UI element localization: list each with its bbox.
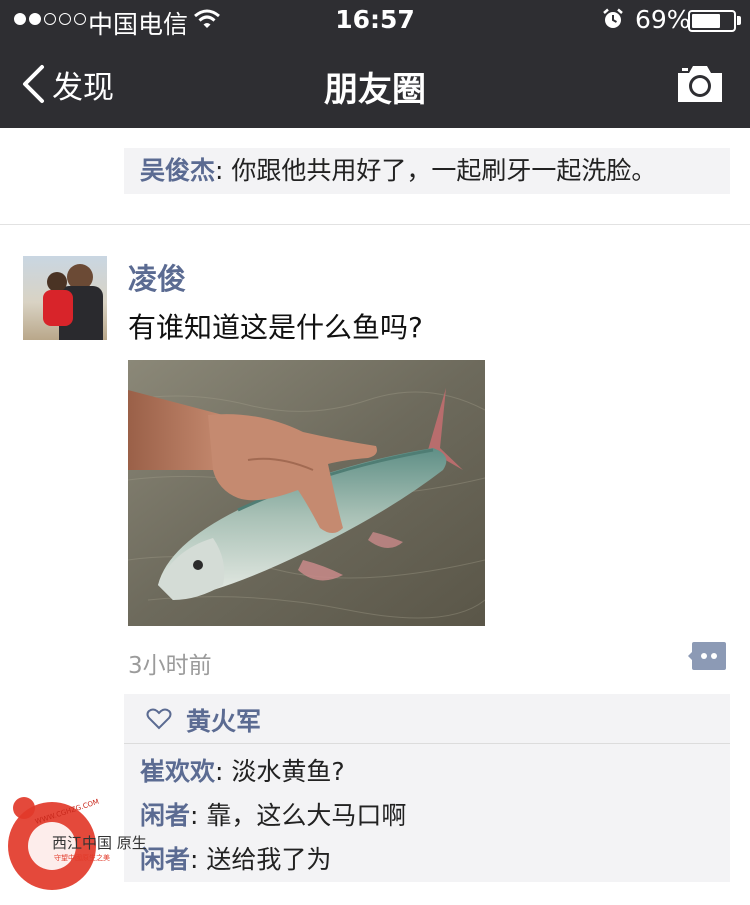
likes-row: 黄火军 <box>124 694 730 744</box>
feed-divider <box>0 224 750 225</box>
camera-icon[interactable] <box>676 64 724 104</box>
comment-text: : 送给我了为 <box>190 845 332 874</box>
post-text: 有谁知道这是什么鱼吗? <box>128 311 423 344</box>
fish-photo-image <box>128 360 485 626</box>
comment-text: : 靠，这么大马口啊 <box>190 801 407 830</box>
comment-text: : 淡水黄鱼? <box>215 757 345 786</box>
comment-more-button[interactable] <box>688 642 726 670</box>
previous-post-comment: 吴俊杰: 你跟他共用好了，一起刷牙一起洗脸。 <box>124 148 730 194</box>
comment-author[interactable]: 崔欢欢 <box>140 757 215 786</box>
page-title: 朋友圈 <box>324 70 426 110</box>
top-bar: 中国电信 16:57 69% 发现 朋友圈 <box>0 0 750 128</box>
battery-percent: 69% <box>635 5 691 34</box>
svg-text:WWW.CGHZG.COM: WWW.CGHZG.COM <box>34 798 100 826</box>
heart-icon <box>146 708 172 730</box>
comment-author[interactable]: 闲者 <box>140 845 190 874</box>
navigation-bar: 发现 朋友圈 <box>0 40 750 128</box>
comment-item[interactable]: 闲者: 送给我了为 <box>140 840 331 876</box>
post-timestamp: 3小时前 <box>128 653 212 679</box>
comment-author[interactable]: 吴俊杰 <box>140 156 215 185</box>
comment-text: : 你跟他共用好了，一起刷牙一起洗脸。 <box>215 156 657 185</box>
svg-text:守望中國原生之美: 守望中國原生之美 <box>54 853 110 862</box>
likes-comments-panel: 黄火军 崔欢欢: 淡水黄鱼? 闲者: 靠，这么大马口啊 闲者: 送给我了为 <box>124 694 730 882</box>
liker-name[interactable]: 黄火军 <box>186 702 261 738</box>
comment-item[interactable]: 闲者: 靠，这么大马口啊 <box>140 796 406 832</box>
post-photo[interactable] <box>128 360 485 626</box>
avatar[interactable] <box>23 256 107 340</box>
alarm-icon <box>603 8 623 28</box>
status-bar: 中国电信 16:57 69% <box>0 0 750 40</box>
battery-tip <box>737 16 741 25</box>
post-author-name[interactable]: 凌俊 <box>128 256 186 298</box>
comment-item[interactable]: 崔欢欢: 淡水黄鱼? <box>140 752 345 788</box>
comment-author[interactable]: 闲者 <box>140 801 190 830</box>
battery-level-fill <box>692 14 720 28</box>
battery-icon <box>688 10 736 32</box>
